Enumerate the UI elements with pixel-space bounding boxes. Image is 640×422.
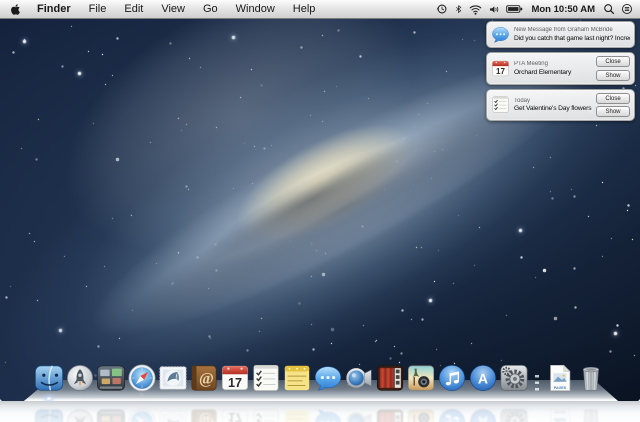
dock-icon-reminders[interactable] xyxy=(251,363,281,393)
dock-icon-trash[interactable] xyxy=(576,363,606,393)
menu-help[interactable]: Help xyxy=(284,0,325,19)
svg-text:17: 17 xyxy=(228,410,242,422)
dock-icon-calendar[interactable]: 17 xyxy=(220,363,250,393)
show-button[interactable]: Show xyxy=(596,106,630,117)
notification-title: Today xyxy=(514,98,592,104)
notification-message: Did you catch that game last night? Incr… xyxy=(514,35,630,42)
svg-text:17: 17 xyxy=(496,67,505,76)
menu-file[interactable]: File xyxy=(80,0,116,19)
notification-text: Today Get Valentine's Day flowers xyxy=(514,98,592,113)
notification-buttons: Close Show xyxy=(596,93,630,118)
dock-icon-photo-booth[interactable] xyxy=(375,363,405,393)
apple-menu[interactable] xyxy=(7,3,28,16)
dock-icon-mission-control[interactable] xyxy=(96,363,126,393)
dock-icon-safari[interactable] xyxy=(127,363,157,393)
messages-icon xyxy=(491,25,510,44)
show-button[interactable]: Show xyxy=(596,70,630,81)
svg-text:17: 17 xyxy=(228,376,242,390)
menu-finder[interactable]: Finder xyxy=(28,0,80,19)
battery-icon[interactable] xyxy=(506,4,523,14)
notification-stack: New Message from Graham McBride Did you … xyxy=(486,21,635,121)
dock-icon-system-preferences[interactable] xyxy=(499,363,529,393)
notification-text: PTA Meeting Orchard Elementary xyxy=(514,61,592,76)
dock-icon-launchpad[interactable] xyxy=(65,363,95,393)
dock-icon-mail[interactable] xyxy=(158,363,188,393)
wifi-icon[interactable] xyxy=(469,4,482,15)
svg-text:@: @ xyxy=(199,371,214,388)
svg-text:A: A xyxy=(478,413,488,422)
dock-icon-facetime[interactable] xyxy=(344,363,374,393)
menu-bar-status: Mon 10:50 AM xyxy=(436,3,633,15)
svg-text:PAGES: PAGES xyxy=(554,410,567,414)
notification-title: New Message from Graham McBride xyxy=(514,27,630,33)
dock-icon-finder[interactable] xyxy=(34,363,64,393)
notification-calendar[interactable]: 17 PTA Meeting Orchard Elementary Close … xyxy=(486,52,635,85)
display-screen: Finder File Edit View Go Window Help xyxy=(0,0,640,401)
dock-icon-iphoto[interactable] xyxy=(406,363,436,393)
svg-text:@: @ xyxy=(199,412,214,422)
close-button[interactable]: Close xyxy=(596,56,630,67)
notification-message: Orchard Elementary xyxy=(514,69,592,76)
dock-separator xyxy=(535,375,539,392)
dock-icon-notes[interactable] xyxy=(282,363,312,393)
bluetooth-icon[interactable] xyxy=(454,3,463,15)
menu-view[interactable]: View xyxy=(152,0,194,19)
time-machine-icon[interactable] xyxy=(436,3,448,15)
menu-window[interactable]: Window xyxy=(227,0,284,19)
svg-text:PAGES: PAGES xyxy=(554,386,567,390)
dock-icon-messages[interactable] xyxy=(313,363,343,393)
menu-edit[interactable]: Edit xyxy=(115,0,152,19)
menu-bar-clock[interactable]: Mon 10:50 AM xyxy=(529,4,597,15)
dock-icon-pages-document[interactable]: PAGES xyxy=(545,363,575,393)
calendar-icon: 17 xyxy=(491,59,510,78)
notification-center-icon[interactable] xyxy=(621,3,633,15)
menu-go[interactable]: Go xyxy=(194,0,227,19)
volume-icon[interactable] xyxy=(488,4,500,15)
menu-bar: Finder File Edit View Go Window Help xyxy=(0,0,640,19)
reminders-icon xyxy=(491,95,510,114)
notification-text: New Message from Graham McBride Did you … xyxy=(514,27,630,42)
notification-title: PTA Meeting xyxy=(514,61,592,67)
display-reflection-surface: @17 A PAGES xyxy=(0,401,640,422)
menu-bar-left: Finder File Edit View Go Window Help xyxy=(7,0,324,19)
dock: @17 A PAGES xyxy=(34,407,606,422)
close-button[interactable]: Close xyxy=(596,93,630,104)
spotlight-icon[interactable] xyxy=(603,3,615,15)
notification-buttons: Close Show xyxy=(596,56,630,81)
notification-messages[interactable]: New Message from Graham McBride Did you … xyxy=(486,21,635,48)
dock-icon-itunes[interactable] xyxy=(437,363,467,393)
dock-icon-app-store[interactable]: A xyxy=(468,363,498,393)
svg-text:A: A xyxy=(478,371,488,387)
notification-reminders[interactable]: Today Get Valentine's Day flowers Close … xyxy=(486,89,635,122)
notification-message: Get Valentine's Day flowers xyxy=(514,105,592,112)
dock: @17 A PAGES xyxy=(34,363,606,393)
dock-icon-contacts[interactable]: @ xyxy=(189,363,219,393)
